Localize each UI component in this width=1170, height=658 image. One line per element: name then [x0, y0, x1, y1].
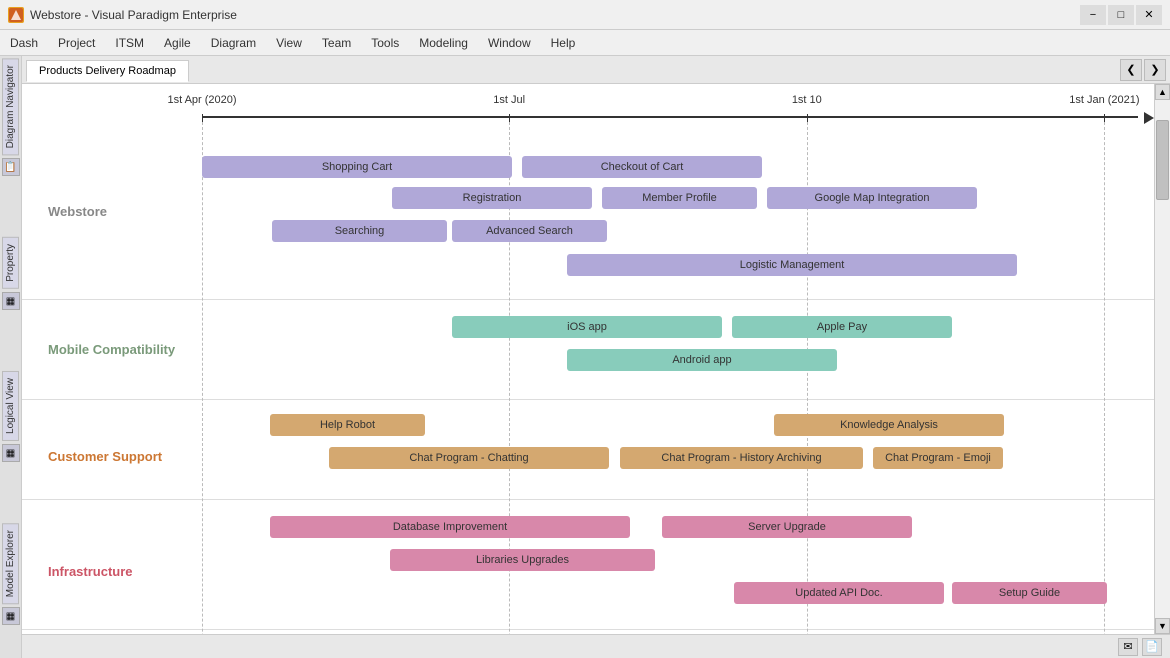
- gantt-bar-ios-app[interactable]: iOS app: [452, 316, 722, 338]
- timeline-arrow: [1144, 112, 1154, 124]
- timeline-tick-1: [509, 114, 510, 122]
- gantt-bar-member-profile[interactable]: Member Profile: [602, 187, 757, 209]
- swimlane-label-mobile: Mobile Compatibility: [48, 342, 175, 357]
- swimlane-customer-border: [22, 499, 1154, 500]
- maximize-button[interactable]: □: [1108, 5, 1134, 25]
- menu-item-agile[interactable]: Agile: [154, 32, 201, 54]
- diagram-tab[interactable]: Products Delivery Roadmap: [26, 60, 189, 82]
- gantt-bar-db-improvement[interactable]: Database Improvement: [270, 516, 630, 538]
- swimlane-label-webstore: Webstore: [48, 204, 107, 219]
- sidebar-tab-logical-view[interactable]: Logical View: [2, 371, 19, 441]
- sidebar-tab-diagram-navigator[interactable]: Diagram Navigator: [2, 58, 19, 155]
- swimlane-infra-border: [22, 629, 1154, 630]
- gantt-bar-advanced-search[interactable]: Advanced Search: [452, 220, 607, 242]
- timeline-tick-2: [807, 114, 808, 122]
- gantt-bar-chat-emoji[interactable]: Chat Program - Emoji: [873, 447, 1003, 469]
- timeline-dash-3: [1104, 122, 1105, 634]
- close-button[interactable]: ✕: [1136, 5, 1162, 25]
- menu-item-project[interactable]: Project: [48, 32, 105, 54]
- swimlane-webstore-border: [22, 299, 1154, 300]
- gantt-bar-chat-history[interactable]: Chat Program - History Archiving: [620, 447, 863, 469]
- timeline-marker-3: 1st Jan (2021): [1069, 94, 1139, 106]
- menu-item-dash[interactable]: Dash: [0, 32, 48, 54]
- app-icon: [8, 7, 24, 23]
- gantt-bar-apple-pay[interactable]: Apple Pay: [732, 316, 952, 338]
- gantt-bar-searching[interactable]: Searching: [272, 220, 447, 242]
- menu-item-view[interactable]: View: [266, 32, 312, 54]
- timeline-tick-0: [202, 114, 203, 122]
- diagram-canvas: Webstore Mobile Compatibility Customer S…: [22, 84, 1154, 634]
- gantt-bar-chat-chatting[interactable]: Chat Program - Chatting: [329, 447, 609, 469]
- bottom-bar: ✉ 📄: [22, 634, 1170, 658]
- gantt-bar-shopping-cart[interactable]: Shopping Cart: [202, 156, 512, 178]
- bottom-icon-export[interactable]: 📄: [1142, 638, 1162, 656]
- menu-item-team[interactable]: Team: [312, 32, 361, 54]
- scroll-thumb[interactable]: [1156, 120, 1169, 200]
- scroll-up-button[interactable]: ▲: [1155, 84, 1170, 100]
- menu-item-itsm[interactable]: ITSM: [105, 32, 154, 54]
- gantt-bar-server-upgrade[interactable]: Server Upgrade: [662, 516, 912, 538]
- menu-item-modeling[interactable]: Modeling: [409, 32, 478, 54]
- gantt-bar-checkout-cart[interactable]: Checkout of Cart: [522, 156, 762, 178]
- menu-item-help[interactable]: Help: [541, 32, 586, 54]
- timeline-axis: [202, 116, 1138, 118]
- scroll-track[interactable]: [1155, 100, 1170, 618]
- tab-back-button[interactable]: ❮: [1120, 59, 1142, 81]
- menu-item-window[interactable]: Window: [478, 32, 541, 54]
- minimize-button[interactable]: −: [1080, 5, 1106, 25]
- window-title: Webstore - Visual Paradigm Enterprise: [30, 8, 1080, 22]
- gantt-bar-logistic-mgmt[interactable]: Logistic Management: [567, 254, 1017, 276]
- gantt-bar-knowledge-analysis[interactable]: Knowledge Analysis: [774, 414, 1004, 436]
- timeline-marker-0: 1st Apr (2020): [167, 94, 236, 106]
- swimlane-label-customer: Customer Support: [48, 449, 162, 464]
- swimlane-mobile-border: [22, 399, 1154, 400]
- sidebar-icon-2[interactable]: ▦: [2, 292, 20, 310]
- tab-label: Products Delivery Roadmap: [39, 65, 176, 77]
- sidebar-icon-3[interactable]: ▦: [2, 444, 20, 462]
- left-sidebar: Diagram Navigator 📋 Property ▦ Logical V…: [0, 56, 22, 658]
- timeline-marker-1: 1st Jul: [493, 94, 525, 106]
- bottom-icon-mail[interactable]: ✉: [1118, 638, 1138, 656]
- tab-forward-button[interactable]: ❯: [1144, 59, 1166, 81]
- sidebar-tab-property[interactable]: Property: [2, 237, 19, 289]
- gantt-bar-updated-api[interactable]: Updated API Doc.: [734, 582, 944, 604]
- sidebar-icon-4[interactable]: ▦: [2, 607, 20, 625]
- title-bar: Webstore - Visual Paradigm Enterprise − …: [0, 0, 1170, 30]
- menu-item-tools[interactable]: Tools: [361, 32, 409, 54]
- sidebar-icon-1[interactable]: 📋: [2, 158, 20, 176]
- gantt-bar-android-app[interactable]: Android app: [567, 349, 837, 371]
- scroll-down-button[interactable]: ▼: [1155, 618, 1170, 634]
- timeline-marker-2: 1st 10: [792, 94, 822, 106]
- gantt-bar-libraries-upgrades[interactable]: Libraries Upgrades: [390, 549, 655, 571]
- gantt-bar-setup-guide[interactable]: Setup Guide: [952, 582, 1107, 604]
- sidebar-tab-model-explorer[interactable]: Model Explorer: [2, 523, 19, 604]
- tab-bar: Products Delivery Roadmap ❮ ❯: [22, 56, 1170, 84]
- menu-bar: DashProjectITSMAgileDiagramViewTeamTools…: [0, 30, 1170, 56]
- scrollbar-right[interactable]: ▲ ▼: [1154, 84, 1170, 634]
- swimlane-label-infrastructure: Infrastructure: [48, 564, 133, 579]
- timeline-tick-3: [1104, 114, 1105, 122]
- menu-item-diagram[interactable]: Diagram: [201, 32, 266, 54]
- gantt-bar-google-map[interactable]: Google Map Integration: [767, 187, 977, 209]
- gantt-bar-help-robot[interactable]: Help Robot: [270, 414, 425, 436]
- gantt-bar-registration[interactable]: Registration: [392, 187, 592, 209]
- timeline-dash-0: [202, 122, 203, 634]
